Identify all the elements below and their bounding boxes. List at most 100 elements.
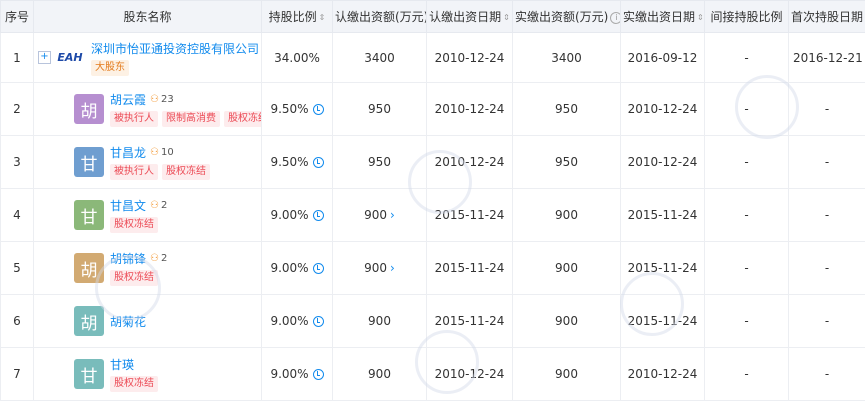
- watermark-logo: [95, 255, 161, 321]
- relation-count[interactable]: 2: [161, 253, 167, 264]
- holding-ratio-cell: 9.00%: [261, 294, 333, 348]
- shareholder-name-link[interactable]: 胡云霞: [110, 91, 146, 108]
- watermark-logo: [408, 150, 472, 214]
- col-header-label: 首次持股日期: [791, 10, 864, 24]
- relation-icon[interactable]: ⚇: [150, 200, 159, 211]
- shareholder-wrap: 甘甘瑛 股权冻结: [38, 356, 257, 392]
- name-line: 甘昌龙 ⚇ 10: [110, 144, 210, 161]
- avatar: 甘: [74, 147, 104, 177]
- holding-ratio-cell: 9.00%: [261, 188, 333, 242]
- relation-count[interactable]: 23: [161, 94, 174, 105]
- shareholder-name-link[interactable]: 甘昌文: [110, 197, 146, 214]
- subscribed-amount: 900: [368, 314, 391, 328]
- relation-icon[interactable]: ⚇: [150, 147, 159, 158]
- paid-amount: 900: [512, 241, 621, 295]
- chevron-right-icon[interactable]: ›: [390, 261, 395, 275]
- sort-icon[interactable]: ⇕: [697, 13, 703, 22]
- subscribed-amount: 900: [368, 367, 391, 381]
- holding-ratio-cell: 9.00%: [261, 347, 333, 401]
- holding-ratio: 34.00%: [274, 50, 320, 65]
- col-header-label: 实缴出资日期: [623, 10, 696, 24]
- shareholder-cell: 甘甘昌文 ⚇ 2 股权冻结: [33, 188, 262, 242]
- first-hold-date: -: [788, 82, 865, 136]
- col-header-6[interactable]: 实缴出资日期 ⇕: [620, 0, 705, 33]
- col-header-5[interactable]: 实缴出资额(万元)i⇕: [512, 0, 621, 33]
- status-tag[interactable]: 股权冻结: [162, 164, 210, 180]
- subscribed-date: 2015-11-24: [426, 241, 513, 295]
- row-index: 3: [0, 135, 34, 189]
- subscribed-amount: 3400: [364, 50, 395, 65]
- name-line: 胡云霞 ⚇ 23: [110, 91, 257, 108]
- history-clock-icon[interactable]: [312, 369, 324, 380]
- sort-icon[interactable]: ⇕: [503, 13, 510, 22]
- shareholder-name-link[interactable]: 深圳市怡亚通投资控股有限公司: [91, 40, 259, 57]
- avatar: 甘: [74, 200, 104, 230]
- history-clock-icon[interactable]: [312, 210, 324, 221]
- holding-ratio: 9.00%: [270, 208, 309, 222]
- holding-ratio: 9.50%: [270, 102, 309, 116]
- history-clock-icon[interactable]: [312, 316, 324, 327]
- first-hold-date: 2016-12-21: [788, 32, 865, 83]
- chevron-right-icon[interactable]: ›: [390, 208, 395, 222]
- row-index: 7: [0, 347, 34, 401]
- shareholder-wrap: 甘甘昌文 ⚇ 2 股权冻结: [38, 197, 257, 233]
- status-tag[interactable]: 被执行人: [110, 111, 158, 127]
- row-index: 6: [0, 294, 34, 348]
- relation-icon[interactable]: ⚇: [150, 94, 159, 105]
- indirect-ratio: -: [704, 188, 789, 242]
- company-logo: EAH: [57, 51, 83, 64]
- subscribed-amount-cell: 3400: [332, 32, 427, 83]
- history-clock-icon[interactable]: [312, 157, 324, 168]
- expand-plus-icon[interactable]: +: [38, 51, 51, 64]
- relation-icon[interactable]: ⚇: [150, 253, 159, 264]
- first-hold-date: -: [788, 347, 865, 401]
- info-icon[interactable]: i: [610, 11, 620, 24]
- holding-ratio-cell: 9.50%: [261, 135, 333, 189]
- tag-list: 大股东: [91, 59, 257, 76]
- subscribed-amount: 900: [364, 261, 388, 275]
- paid-date: 2015-11-24: [620, 188, 705, 242]
- status-tag[interactable]: 股权冻结: [224, 111, 261, 127]
- col-header-label: 实缴出资额(万元): [515, 10, 609, 24]
- history-clock-icon[interactable]: [312, 263, 324, 274]
- relation-count[interactable]: 10: [161, 147, 174, 158]
- col-header-1: 股东名称: [33, 0, 262, 33]
- holding-ratio-cell: 9.00%: [261, 241, 333, 295]
- col-header-2[interactable]: 持股比例 ⇕: [261, 0, 333, 33]
- tag-list: 被执行人限制高消费股权冻结: [110, 111, 261, 127]
- paid-amount: 3400: [512, 32, 621, 83]
- sort-icon[interactable]: ⇕: [319, 13, 326, 22]
- shareholder-name-link[interactable]: 甘昌龙: [110, 144, 146, 161]
- first-hold-date: -: [788, 135, 865, 189]
- subscribed-date: 2010-12-24: [426, 32, 513, 83]
- status-tag[interactable]: 大股东: [91, 59, 129, 76]
- holding-ratio: 9.00%: [270, 314, 309, 328]
- paid-amount: 900: [512, 294, 621, 348]
- subscribed-amount: 950: [368, 155, 391, 169]
- status-tag[interactable]: 股权冻结: [110, 376, 158, 392]
- relation-count[interactable]: 2: [161, 200, 167, 211]
- watermark-logo: [415, 330, 479, 394]
- col-header-label: 认缴出资额(万元): [335, 10, 427, 24]
- col-header-3[interactable]: 认缴出资额(万元)⇕: [332, 0, 427, 33]
- subscribed-amount-cell: 950: [332, 82, 427, 136]
- status-tag[interactable]: 限制高消费: [162, 111, 220, 127]
- first-hold-date: -: [788, 294, 865, 348]
- indirect-ratio: -: [704, 32, 789, 83]
- shareholder-cell: 胡胡云霞⚇23被执行人限制高消费股权冻结: [33, 82, 262, 136]
- history-clock-icon[interactable]: [312, 104, 324, 115]
- col-header-4[interactable]: 认缴出资日期 ⇕: [426, 0, 513, 33]
- shareholder-wrap: 甘甘昌龙 ⚇ 10 被执行人 股权冻结: [38, 144, 257, 180]
- status-tag[interactable]: 股权冻结: [110, 217, 158, 233]
- shareholder-info: 深圳市怡亚通投资控股有限公司 大股东: [91, 40, 259, 76]
- status-tag[interactable]: 被执行人: [110, 164, 158, 180]
- holding-ratio-cell: 9.50%: [261, 82, 333, 136]
- first-hold-date: -: [788, 188, 865, 242]
- shareholder-wrap: 胡胡云霞⚇23被执行人限制高消费股权冻结: [38, 91, 261, 127]
- shareholder-name-link[interactable]: 甘瑛: [110, 356, 134, 373]
- holding-ratio: 9.50%: [270, 155, 309, 169]
- row-index: 1: [0, 32, 34, 83]
- subscribed-amount: 950: [368, 102, 391, 116]
- subscribed-amount-cell: 900 ›: [332, 241, 427, 295]
- col-header-7: 间接持股比例: [704, 0, 789, 33]
